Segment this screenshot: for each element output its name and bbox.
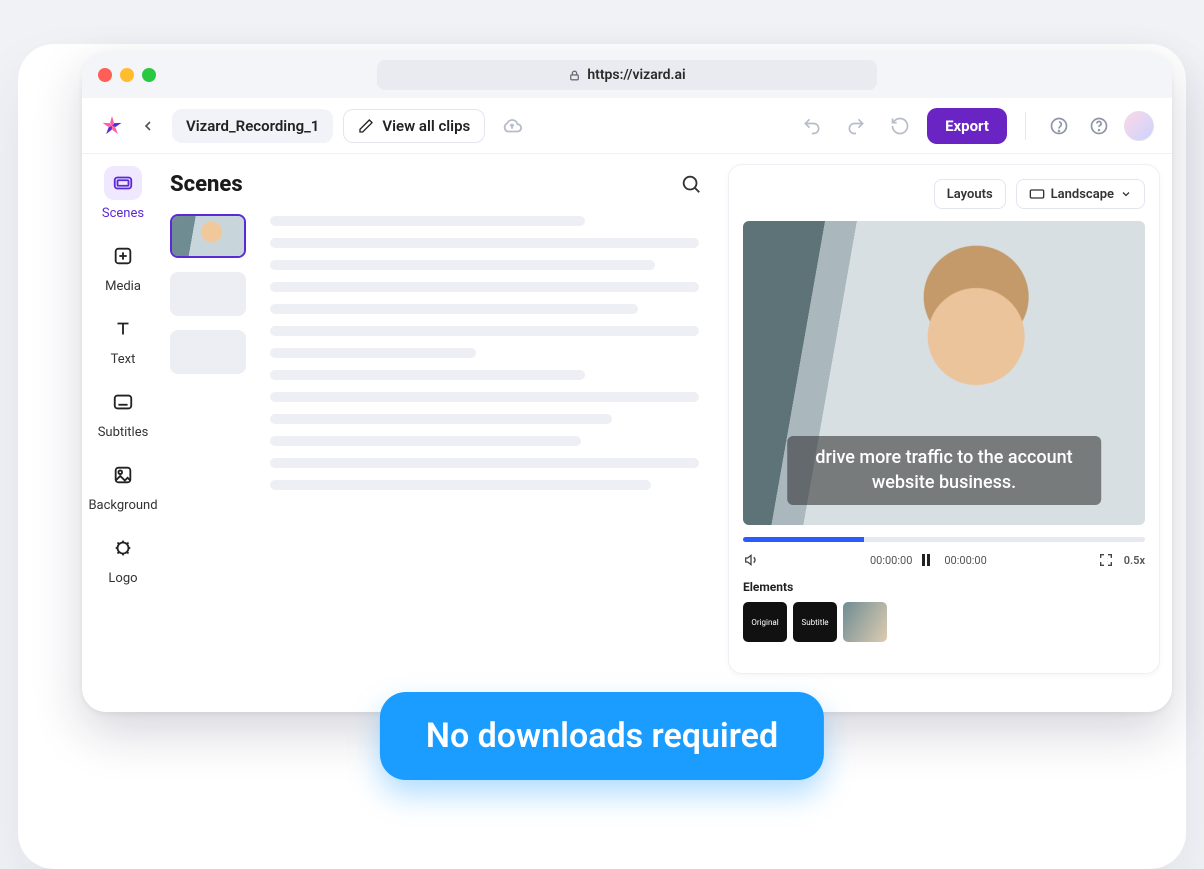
elements-row: Original Subtitle (743, 602, 1145, 642)
chevron-left-icon (140, 118, 156, 134)
nav-item-text[interactable]: Text (104, 312, 142, 367)
undo-button[interactable] (801, 115, 823, 137)
address-url: https://vizard.ai (587, 67, 685, 83)
scenes-title: Scenes (170, 172, 243, 197)
left-nav: Scenes Media Text Subtitles (82, 154, 164, 712)
skeleton-line (270, 414, 612, 424)
app-toolbar: Vizard_Recording_1 View all clips Export (82, 98, 1172, 154)
traffic-lights (98, 68, 156, 82)
playback-speed[interactable]: 0.5x (1124, 554, 1145, 567)
fullscreen-button[interactable] (1098, 552, 1114, 568)
skeleton-line (270, 436, 581, 446)
nav-label: Scenes (102, 206, 144, 221)
nav-item-media[interactable]: Media (104, 239, 142, 294)
browser-chrome: https://vizard.ai (82, 52, 1172, 98)
project-filename[interactable]: Vizard_Recording_1 (172, 109, 333, 143)
editor-body: Scenes Media Text Subtitles (82, 154, 1172, 712)
video-preview[interactable]: drive more traffic to the account websit… (743, 221, 1145, 525)
help-button[interactable] (1088, 115, 1110, 137)
view-all-clips-button[interactable]: View all clips (343, 109, 485, 143)
address-bar[interactable]: https://vizard.ai (377, 60, 877, 90)
zoom-dot[interactable] (142, 68, 156, 82)
landscape-icon (1029, 188, 1045, 200)
user-avatar[interactable] (1124, 111, 1154, 141)
nav-item-logo[interactable]: Logo (104, 531, 142, 586)
progress-track[interactable] (743, 537, 1145, 542)
lock-icon (568, 69, 581, 82)
background-icon (104, 458, 142, 492)
scene-thumbnails (170, 214, 246, 490)
minimize-dot[interactable] (120, 68, 134, 82)
nav-item-scenes[interactable]: Scenes (102, 166, 144, 221)
cloud-sync-icon[interactable] (501, 115, 523, 137)
element-original[interactable]: Original (743, 602, 787, 642)
pause-button[interactable] (922, 554, 934, 566)
filename-text: Vizard_Recording_1 (186, 117, 319, 135)
toolbar-divider (1025, 112, 1026, 140)
subtitles-icon (104, 385, 142, 419)
time-current: 00:00:00 (870, 554, 912, 567)
progress-fill (743, 537, 864, 542)
browser-window: https://vizard.ai Vizard_Recording_1 Vie… (82, 52, 1172, 712)
nav-item-subtitles[interactable]: Subtitles (98, 385, 149, 440)
skeleton-line (270, 458, 699, 468)
layouts-label: Layouts (947, 187, 993, 202)
scenes-icon (104, 166, 142, 200)
scene-thumb-1[interactable] (170, 214, 246, 258)
scenes-panel: Scenes (164, 154, 724, 712)
app-logo[interactable] (100, 114, 124, 138)
element-subtitle[interactable]: Subtitle (793, 602, 837, 642)
export-label: Export (945, 117, 989, 135)
close-dot[interactable] (98, 68, 112, 82)
skeleton-line (270, 370, 585, 380)
preview-card: Layouts Landscape drive more traffic to … (728, 164, 1160, 674)
history-button[interactable] (889, 115, 911, 137)
volume-button[interactable] (743, 552, 759, 568)
nav-label: Text (111, 352, 136, 367)
nav-label: Logo (108, 571, 137, 586)
export-button[interactable]: Export (927, 108, 1007, 144)
nav-label: Background (88, 498, 157, 513)
orientation-label: Landscape (1051, 187, 1114, 202)
chevron-down-icon (1120, 188, 1132, 200)
scene-thumb-2[interactable] (170, 272, 246, 316)
skeleton-line (270, 480, 651, 490)
transcript-skeleton (270, 214, 708, 490)
back-button[interactable] (134, 112, 162, 140)
nav-label: Subtitles (98, 425, 149, 440)
elements-heading: Elements (743, 580, 1145, 594)
skeleton-line (270, 282, 699, 292)
redo-button[interactable] (845, 115, 867, 137)
view-all-clips-label: View all clips (382, 117, 470, 135)
nav-label: Media (105, 279, 141, 294)
pencil-icon (358, 118, 374, 134)
element-clip[interactable] (843, 602, 887, 642)
layouts-button[interactable]: Layouts (934, 179, 1006, 209)
playbar: 00:00:00 00:00:00 0.5x (743, 537, 1145, 568)
preview-panel: Layouts Landscape drive more traffic to … (724, 154, 1172, 712)
skeleton-line (270, 304, 638, 314)
text-icon (104, 312, 142, 346)
skeleton-line (270, 326, 699, 336)
logo-icon (104, 531, 142, 565)
scene-thumb-3[interactable] (170, 330, 246, 374)
nav-item-background[interactable]: Background (88, 458, 157, 513)
tips-button[interactable] (1048, 115, 1070, 137)
search-icon[interactable] (680, 173, 702, 195)
skeleton-line (270, 238, 699, 248)
promo-banner: No downloads required (380, 692, 824, 780)
skeleton-line (270, 348, 476, 358)
caption-overlay: drive more traffic to the account websit… (787, 436, 1101, 505)
media-icon (104, 239, 142, 273)
orientation-dropdown[interactable]: Landscape (1016, 179, 1145, 209)
skeleton-line (270, 260, 655, 270)
banner-text: No downloads required (426, 716, 778, 756)
skeleton-line (270, 392, 699, 402)
skeleton-line (270, 216, 585, 226)
time-total: 00:00:00 (944, 554, 986, 567)
